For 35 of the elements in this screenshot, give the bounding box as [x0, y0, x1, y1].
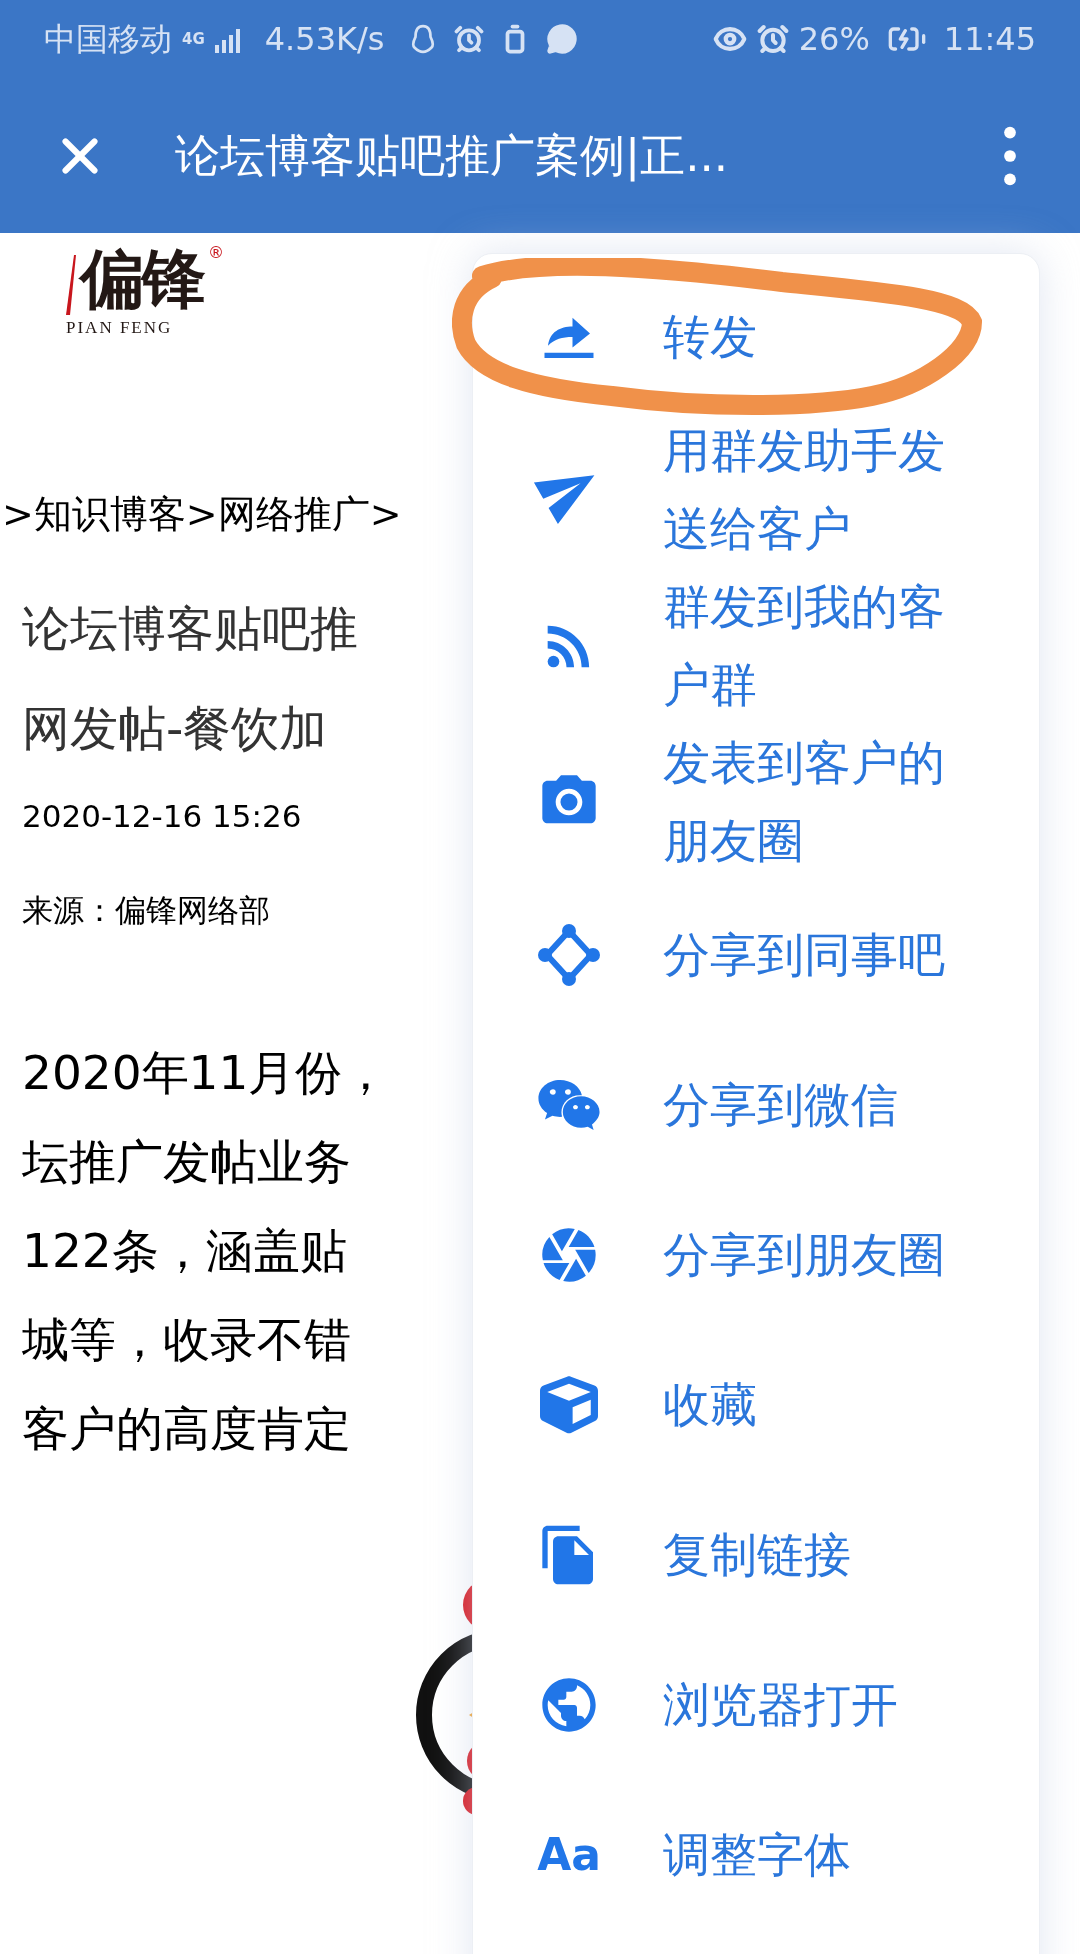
- menu-item[interactable]: Aa 调整字体: [473, 1780, 1039, 1930]
- body-text: 坛推广发帖业务: [22, 1132, 351, 1191]
- publish-date: 2020-12-16 15:26: [22, 796, 302, 836]
- cube-icon: [540, 1376, 598, 1434]
- menu-item[interactable]: 分享到微信: [473, 1030, 1039, 1180]
- carrier-name: 中国移动: [44, 19, 172, 60]
- nodes-icon: [537, 923, 601, 987]
- menu-item[interactable]: 分享到同事吧: [473, 880, 1039, 1030]
- alarm-icon: [756, 23, 789, 55]
- menu-item[interactable]: 复制链接: [473, 1480, 1039, 1630]
- article-source: 来源：偏锋网络部: [22, 891, 270, 930]
- network-speed: 4.53K/s: [264, 19, 385, 60]
- menu-item[interactable]: 浏览器打开: [473, 1630, 1039, 1780]
- menu-item[interactable]: 发表到客户的朋友圈: [473, 724, 1039, 880]
- alarm-icon: [454, 24, 485, 54]
- clock-time: 11:45: [943, 19, 1036, 60]
- menu-item[interactable]: 用群发助手发送给客户: [473, 412, 1039, 568]
- body-text: 2020年11月份，: [22, 1043, 390, 1102]
- font-size-icon: Aa: [537, 1833, 601, 1877]
- brand-logo: 偏锋 PIAN FENG ®: [66, 247, 224, 336]
- body-text: 客户的高度肯定: [22, 1399, 351, 1458]
- body-text: 122条，涵盖贴: [22, 1221, 347, 1280]
- menu-item[interactable]: 收藏: [473, 1330, 1039, 1480]
- message-icon: [546, 23, 579, 55]
- article-title: 论坛博客贴吧推: [22, 598, 358, 658]
- menu-item[interactable]: 转发: [473, 262, 1039, 412]
- page-title: 论坛博客贴吧推广案例|正...: [175, 127, 729, 184]
- body-text: 城等，收录不错: [22, 1310, 351, 1369]
- network-type: 4G: [182, 31, 205, 47]
- menu-item[interactable]: 群发到我的客户群: [473, 568, 1039, 724]
- battery-percent: 26%: [798, 19, 870, 60]
- menu-item[interactable]: 分享到朋友圈: [473, 1180, 1039, 1330]
- article-title: 网发帖-餐饮加: [22, 698, 328, 758]
- logo-stroke-icon: [66, 254, 76, 315]
- breadcrumb: >知识博客>网络推广>: [2, 490, 402, 538]
